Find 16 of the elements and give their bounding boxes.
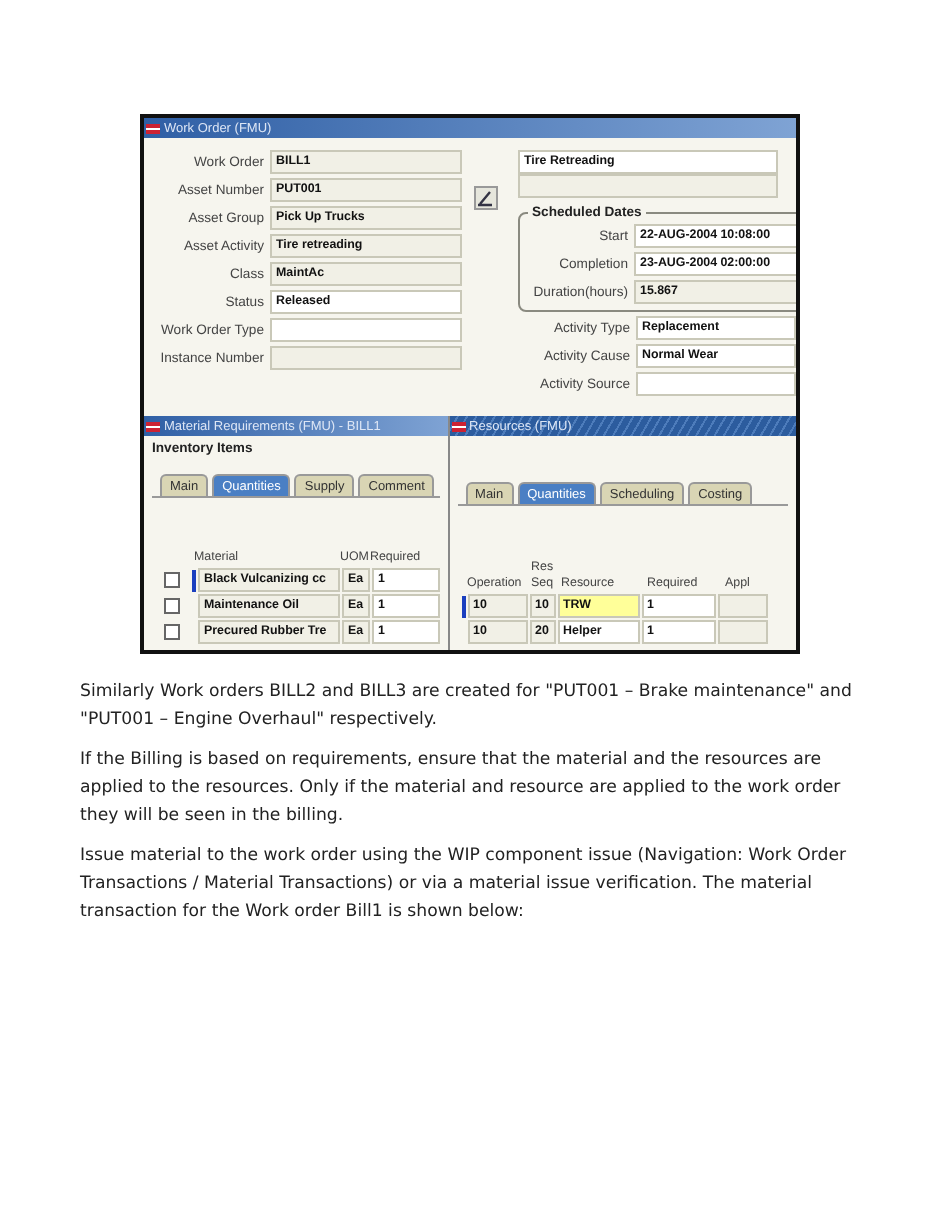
pen-icon[interactable] xyxy=(474,186,498,210)
input-field[interactable] xyxy=(636,372,796,396)
paragraph: If the Billing is based on requirements, ensure that the material and the resources are applied to the resources. Only if the material and resource are applied to the work order they will be seen in the billing. xyxy=(80,748,843,830)
table-cell[interactable] xyxy=(717,620,768,644)
checkbox[interactable] xyxy=(164,572,180,588)
paragraph: Issue material to the work order using the WIP component issue (Navigation: Work Order Transactions / Material Transactions) or via a material issue verification. The material transaction for the Work order Bill1 is shown below: xyxy=(80,844,849,926)
checkbox[interactable] xyxy=(164,598,180,614)
paragraph: Similarly Work orders BILL2 and BILL3 are created for "PUT001 – Brake maintenance" and "PUT001 – Engine Overhaul" respectively. xyxy=(80,680,854,734)
input-field[interactable] xyxy=(270,346,462,370)
app-icon xyxy=(146,421,160,431)
app-icon xyxy=(146,123,160,133)
app-icon xyxy=(451,421,466,431)
checkbox[interactable] xyxy=(164,624,180,640)
input-field[interactable] xyxy=(270,318,462,342)
input-field[interactable] xyxy=(518,174,778,198)
table-cell[interactable] xyxy=(717,594,768,618)
